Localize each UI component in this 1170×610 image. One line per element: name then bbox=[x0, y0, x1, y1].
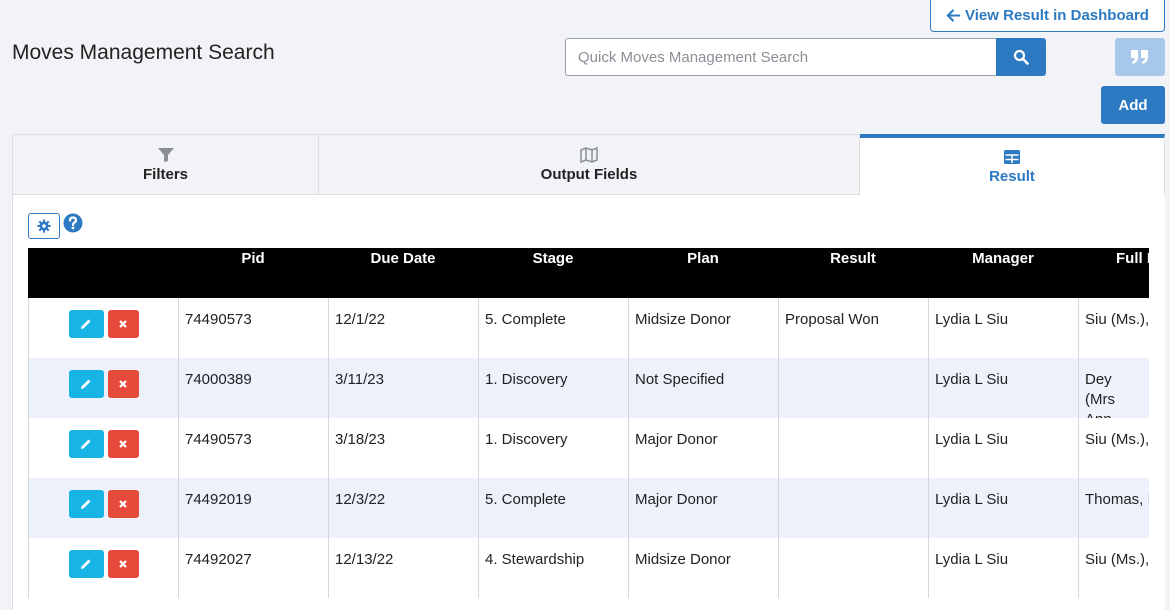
cell-stage: 5. Complete bbox=[478, 478, 628, 538]
cell-manager: Lydia L Siu bbox=[928, 298, 1078, 358]
help-icon[interactable] bbox=[63, 213, 83, 233]
row-actions bbox=[28, 538, 178, 598]
cell-manager: Lydia L Siu bbox=[928, 358, 1078, 418]
quote-icon bbox=[1131, 50, 1148, 64]
edit-button[interactable] bbox=[68, 550, 104, 578]
quote-button[interactable] bbox=[1115, 38, 1165, 76]
pencil-icon bbox=[81, 379, 91, 389]
cell-full-name: Siu (Ms.), bbox=[1078, 538, 1149, 598]
arrow-left-icon bbox=[946, 9, 961, 22]
pencil-icon bbox=[81, 319, 91, 329]
cell-pid: 74492019 bbox=[178, 478, 328, 538]
table-row[interactable]: 74000389 3/11/23 1. Discovery Not Specif… bbox=[28, 358, 1149, 418]
delete-button[interactable] bbox=[107, 490, 139, 518]
cell-manager: Lydia L Siu bbox=[928, 418, 1078, 478]
cell-manager: Lydia L Siu bbox=[928, 478, 1078, 538]
table-icon bbox=[1004, 149, 1020, 164]
column-header-actions bbox=[28, 248, 178, 298]
cell-full-name: Thomas, I bbox=[1078, 478, 1149, 538]
gear-icon bbox=[37, 219, 51, 233]
quick-search bbox=[565, 38, 1046, 76]
page-title: Moves Management Search bbox=[12, 41, 275, 64]
edit-button[interactable] bbox=[68, 430, 104, 458]
table-row[interactable]: 74490573 12/1/22 5. Complete Midsize Don… bbox=[28, 298, 1149, 358]
tab-label: Filters bbox=[142, 165, 188, 183]
column-header-plan[interactable]: Plan bbox=[628, 248, 778, 298]
map-icon bbox=[580, 146, 598, 163]
cell-result bbox=[778, 478, 928, 538]
cell-plan: Major Donor bbox=[628, 478, 778, 538]
cell-plan: Not Specified bbox=[628, 358, 778, 418]
cell-stage: 1. Discovery bbox=[478, 418, 628, 478]
pencil-icon bbox=[81, 499, 91, 509]
cell-stage: 5. Complete bbox=[478, 298, 628, 358]
cell-plan: Major Donor bbox=[628, 418, 778, 478]
delete-button[interactable] bbox=[107, 550, 139, 578]
cell-plan: Midsize Donor bbox=[628, 538, 778, 598]
search-input[interactable] bbox=[565, 38, 996, 76]
column-header-stage[interactable]: Stage bbox=[478, 248, 628, 298]
cell-full-name: Dey (Mrs Ann bbox=[1078, 358, 1149, 418]
tab-label: Output Fields bbox=[540, 165, 638, 183]
results-table: Pid Due Date Stage Plan Result Manager F… bbox=[28, 248, 1149, 610]
cell-pid: 74492027 bbox=[178, 538, 328, 598]
column-header-manager[interactable]: Manager bbox=[928, 248, 1078, 298]
row-actions bbox=[28, 358, 178, 418]
cell-result: Proposal Won bbox=[778, 298, 928, 358]
close-icon bbox=[119, 320, 127, 328]
cell-result bbox=[778, 538, 928, 598]
view-result-in-dashboard-button[interactable]: View Result in Dashboard bbox=[930, 0, 1165, 32]
cell-full-name: Siu (Ms.), bbox=[1078, 418, 1149, 478]
tab-filters[interactable]: Filters bbox=[12, 134, 318, 195]
cell-due-date: 3/11/23 bbox=[328, 358, 478, 418]
cell-pid: 74490573 bbox=[178, 418, 328, 478]
cell-plan: Midsize Donor bbox=[628, 298, 778, 358]
row-actions bbox=[28, 418, 178, 478]
cell-due-date: 3/18/23 bbox=[328, 418, 478, 478]
delete-button[interactable] bbox=[107, 310, 139, 338]
add-button[interactable]: Add bbox=[1101, 86, 1165, 124]
column-header-pid[interactable]: Pid bbox=[178, 248, 328, 298]
close-icon bbox=[119, 440, 127, 448]
edit-button[interactable] bbox=[68, 310, 104, 338]
table-row[interactable]: 74492019 12/3/22 5. Complete Major Donor… bbox=[28, 478, 1149, 538]
search-button[interactable] bbox=[996, 38, 1046, 76]
search-icon bbox=[1013, 49, 1029, 65]
cell-full-name: Siu (Ms.), bbox=[1078, 298, 1149, 358]
tab-output-fields[interactable]: Output Fields bbox=[318, 134, 860, 195]
column-header-full-name[interactable]: Full N bbox=[1078, 248, 1149, 298]
cell-pid: 74490573 bbox=[178, 298, 328, 358]
close-icon bbox=[119, 380, 127, 388]
cell-result bbox=[778, 418, 928, 478]
row-actions bbox=[28, 298, 178, 358]
view-dashboard-label: View Result in Dashboard bbox=[965, 7, 1149, 24]
tab-label: Result bbox=[989, 167, 1035, 185]
cell-result bbox=[778, 358, 928, 418]
table-row[interactable]: 74490573 3/18/23 1. Discovery Major Dono… bbox=[28, 418, 1149, 478]
delete-button[interactable] bbox=[107, 430, 139, 458]
table-row[interactable]: 74492027 12/13/22 4. Stewardship Midsize… bbox=[28, 538, 1149, 598]
cell-due-date: 12/13/22 bbox=[328, 538, 478, 598]
table-header: Pid Due Date Stage Plan Result Manager F… bbox=[28, 248, 1149, 298]
cell-stage: 1. Discovery bbox=[478, 358, 628, 418]
edit-button[interactable] bbox=[68, 490, 104, 518]
grid-settings-button[interactable] bbox=[28, 213, 60, 239]
pencil-icon bbox=[81, 439, 91, 449]
tab-result[interactable]: Result bbox=[860, 134, 1165, 195]
cell-due-date: 12/1/22 bbox=[328, 298, 478, 358]
row-actions bbox=[28, 478, 178, 538]
cell-manager: Lydia L Siu bbox=[928, 538, 1078, 598]
tab-bar: Filters Output Fields Result bbox=[12, 134, 1165, 195]
cell-stage: 4. Stewardship bbox=[478, 538, 628, 598]
column-header-result[interactable]: Result bbox=[778, 248, 928, 298]
delete-button[interactable] bbox=[107, 370, 139, 398]
pencil-icon bbox=[81, 559, 91, 569]
cell-due-date: 12/3/22 bbox=[328, 478, 478, 538]
close-icon bbox=[119, 560, 127, 568]
edit-button[interactable] bbox=[68, 370, 104, 398]
filter-icon bbox=[157, 147, 174, 162]
cell-pid: 74000389 bbox=[178, 358, 328, 418]
column-header-due-date[interactable]: Due Date bbox=[328, 248, 478, 298]
close-icon bbox=[119, 500, 127, 508]
